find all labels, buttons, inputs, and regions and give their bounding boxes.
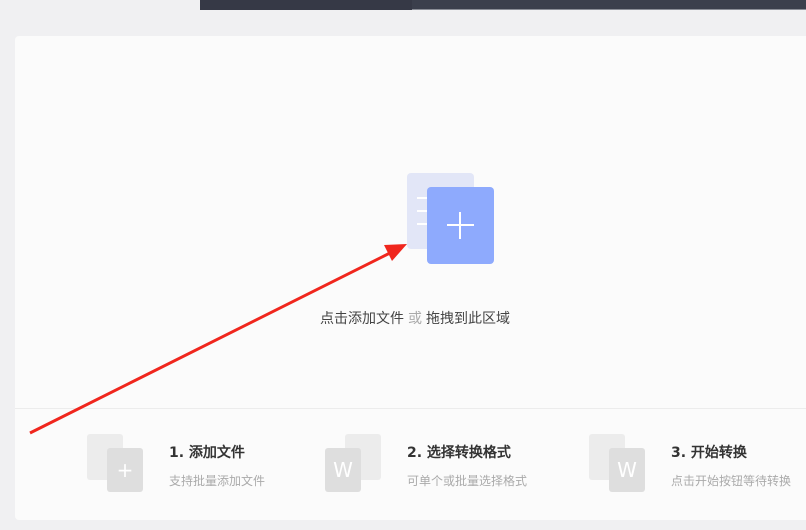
step-title: 2. 选择转换格式: [407, 445, 511, 461]
step-title: 1. 添加文件: [169, 445, 245, 461]
converter-panel: 点击添加文件或拖拽到此区域 + 1. 添加文件 支持批量添加文件 W 2. 选择…: [15, 36, 806, 520]
drag-hint: 拖拽到此区域: [426, 311, 510, 327]
add-files-icon: +: [87, 434, 147, 494]
add-file-link[interactable]: 点击添加文件: [320, 311, 404, 327]
step-desc: 点击开始按钮等待转换: [671, 474, 792, 488]
select-format-icon: W: [325, 434, 385, 494]
step-desc: 支持批量添加文件: [169, 474, 266, 488]
drop-hint: 点击添加文件或拖拽到此区域: [15, 308, 806, 328]
step-title: 3. 开始转换: [671, 445, 747, 461]
add-file-icon[interactable]: [427, 187, 494, 264]
divider: [15, 408, 806, 409]
file-drop-zone[interactable]: 点击添加文件或拖拽到此区域: [15, 36, 806, 408]
hint-or: 或: [408, 311, 422, 327]
step-desc: 可单个或批量选择格式: [407, 474, 528, 488]
convert-icon: W: [589, 434, 649, 494]
top-bar: [200, 0, 806, 10]
